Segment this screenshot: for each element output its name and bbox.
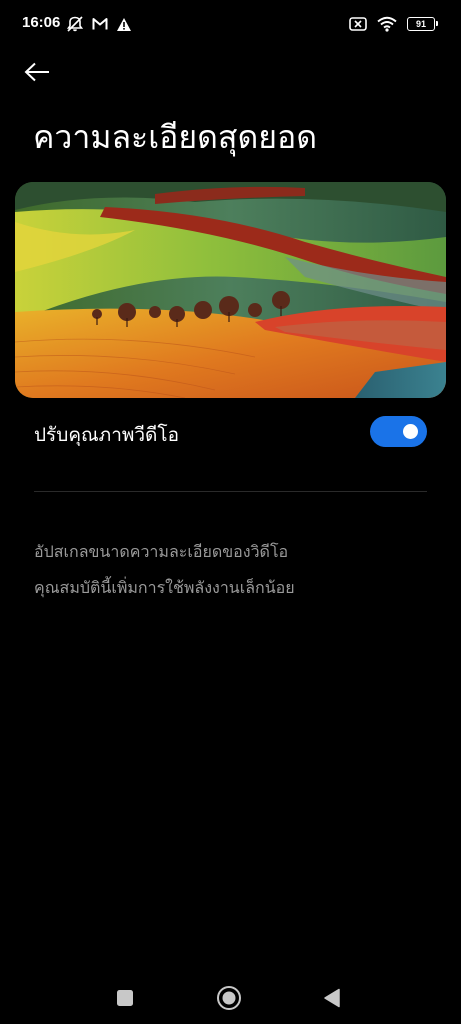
status-left-icons bbox=[66, 14, 132, 34]
home-button[interactable] bbox=[215, 984, 243, 1012]
back-nav-button[interactable] bbox=[318, 984, 346, 1012]
battery-level: 91 bbox=[415, 18, 426, 29]
home-circle-icon bbox=[216, 985, 242, 1011]
status-time: 16:06 bbox=[22, 14, 61, 31]
divider bbox=[34, 491, 427, 492]
setting-description: อัปสเกลขนาดความละเอียดของวิดีโอ คุณสมบัต… bbox=[34, 534, 434, 606]
recents-button[interactable] bbox=[111, 984, 139, 1012]
mute-icon bbox=[66, 15, 84, 33]
status-right-icons: 91 bbox=[349, 14, 438, 34]
status-bar: 16:06 91 bbox=[0, 0, 461, 48]
description-line-1: อัปสเกลขนาดความละเอียดของวิดีโอ bbox=[34, 542, 289, 561]
sim-off-icon bbox=[349, 17, 367, 31]
back-button[interactable] bbox=[24, 54, 68, 90]
navigation-bar bbox=[0, 972, 461, 1024]
wifi-icon bbox=[377, 16, 397, 32]
video-enhance-setting-row[interactable]: ปรับคุณภาพวีดีโอ bbox=[0, 408, 461, 458]
video-enhance-toggle[interactable] bbox=[370, 416, 427, 447]
gmail-icon bbox=[92, 17, 108, 31]
toggle-knob bbox=[403, 424, 418, 439]
recents-square-icon bbox=[116, 989, 134, 1007]
back-triangle-icon bbox=[323, 988, 341, 1008]
preview-image bbox=[15, 182, 446, 398]
description-line-2: คุณสมบัตินี้เพิ่มการใช้พลังงานเล็กน้อย bbox=[34, 578, 295, 597]
arrow-left-icon bbox=[24, 62, 50, 82]
page-title: ความละเอียดสุดยอด bbox=[33, 118, 317, 156]
setting-label: ปรับคุณภาพวีดีโอ bbox=[34, 424, 180, 446]
battery-icon: 91 bbox=[407, 17, 438, 31]
warning-icon bbox=[116, 17, 132, 32]
